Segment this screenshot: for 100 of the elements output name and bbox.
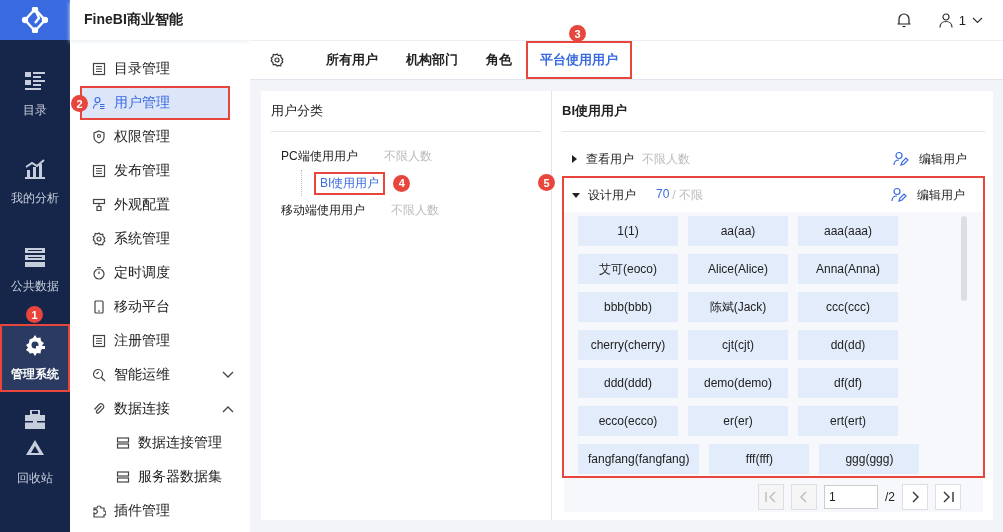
user-tag[interactable]: df(df): [798, 368, 898, 398]
caret-right-icon[interactable]: [570, 155, 578, 163]
list-icon: [24, 69, 46, 92]
menu-item[interactable]: 定时调度: [80, 256, 230, 290]
caret-down-icon[interactable]: [572, 191, 580, 199]
phone-icon: [92, 300, 106, 314]
stack-icon: [24, 245, 46, 268]
menu-item[interactable]: 权限管理: [80, 120, 230, 154]
toolbox-icon[interactable]: [24, 410, 46, 430]
rail-label: 公共数据: [11, 277, 59, 295]
rail-item[interactable]: 回收站: [0, 438, 70, 487]
user-icon: [92, 96, 106, 110]
user-tag[interactable]: demo(demo): [688, 368, 788, 398]
rail-item[interactable]: 我的分析: [0, 148, 70, 216]
tab[interactable]: 机构部门: [392, 41, 472, 79]
limit-note: 不限人数: [642, 150, 690, 168]
user-tag[interactable]: bbb(bbb): [578, 292, 678, 322]
rail-label: 目录: [23, 101, 47, 119]
limit-note: 不限人数: [391, 201, 439, 219]
gear-icon: [24, 333, 46, 356]
page-input[interactable]: 1: [824, 485, 878, 509]
callout-badge: 1: [26, 306, 43, 323]
timer-icon: [92, 266, 106, 280]
panel-title: 用户分类: [271, 102, 323, 120]
last-page-button[interactable]: [935, 484, 961, 510]
user-tag[interactable]: 1(1): [578, 216, 678, 246]
shield-icon: [92, 130, 106, 144]
next-page-button[interactable]: [902, 484, 928, 510]
callout-badge: 4: [393, 174, 411, 192]
page-total: /2: [885, 490, 895, 504]
menu-item[interactable]: 目录管理: [80, 52, 230, 86]
limit-note: / 不限: [672, 186, 704, 204]
user-edit-icon: [891, 187, 907, 203]
user-tag[interactable]: cjt(cjt): [688, 330, 788, 360]
user-tag[interactable]: 陈斌(Jack): [688, 292, 788, 322]
user-tag[interactable]: er(er): [688, 406, 788, 436]
panel-title: BI使用用户: [562, 102, 627, 120]
group-label: 设计用户: [588, 186, 636, 204]
first-page-icon: [764, 490, 778, 504]
limit-note: 不限人数: [383, 147, 432, 165]
menu-item[interactable]: 插件管理: [80, 494, 230, 528]
user-tag[interactable]: 艾可(eoco): [578, 254, 678, 284]
rail-label: 回收站: [17, 470, 53, 487]
menu-item[interactable]: 数据连接管理: [80, 426, 230, 460]
tab[interactable]: 平台使用用户: [526, 41, 632, 79]
user-tag[interactable]: Anna(Anna): [798, 254, 898, 284]
edit-users-link[interactable]: 编辑用户: [891, 186, 965, 204]
user-tag[interactable]: dd(dd): [798, 330, 898, 360]
user-tag[interactable]: aaa(aaa): [798, 216, 898, 246]
rail-item[interactable]: 管理系统: [0, 324, 70, 392]
menu-item[interactable]: 服务器数据集: [80, 460, 230, 494]
rail-item[interactable]: 目录: [0, 60, 70, 128]
menu-item[interactable]: 系统管理: [80, 222, 230, 256]
scrollbar[interactable]: [961, 216, 967, 301]
user-name[interactable]: 1: [958, 12, 966, 28]
rail-label: 管理系统: [11, 365, 59, 383]
user-tag[interactable]: fff(fff): [709, 444, 810, 474]
user-tag[interactable]: ecco(ecco): [578, 406, 678, 436]
user-tag[interactable]: ert(ert): [798, 406, 898, 436]
clip-icon: [92, 402, 106, 416]
user-tag[interactable]: Alice(Alice): [688, 254, 788, 284]
rail-label: 我的分析: [11, 189, 59, 207]
group-label: 查看用户: [586, 150, 634, 168]
list-icon: [92, 334, 106, 348]
tab[interactable]: 角色: [472, 41, 526, 79]
list-icon: [92, 62, 106, 76]
app-title: FineBI商业智能: [84, 11, 183, 29]
bar-chart-icon: [24, 157, 46, 180]
user-edit-icon: [893, 151, 909, 167]
bell-icon[interactable]: [896, 12, 911, 28]
category-item[interactable]: PC端使用用户: [275, 144, 364, 168]
user-icon[interactable]: [938, 12, 953, 28]
last-page-icon: [941, 490, 955, 504]
edit-users-link[interactable]: 编辑用户: [893, 150, 967, 168]
callout-badge: 5: [538, 174, 555, 191]
list-icon: [92, 164, 106, 178]
logo-icon[interactable]: [22, 7, 48, 33]
chevron-up-icon: [222, 405, 234, 413]
tab[interactable]: 所有用户: [312, 41, 392, 79]
menu-item[interactable]: 注册管理: [80, 324, 230, 358]
user-tag[interactable]: fangfang(fangfang): [578, 444, 700, 474]
user-tag[interactable]: ddd(ddd): [578, 368, 678, 398]
user-tag[interactable]: ggg(ggg): [819, 444, 920, 474]
puzzle-icon: [92, 504, 106, 518]
menu-item[interactable]: 智能运维: [80, 358, 230, 392]
category-item[interactable]: 移动端使用用户: [275, 198, 371, 222]
user-count: 70: [656, 186, 670, 203]
user-tag[interactable]: cherry(cherry): [578, 330, 678, 360]
menu-item[interactable]: 发布管理: [80, 154, 230, 188]
user-tag[interactable]: aa(aa): [688, 216, 788, 246]
rail-item[interactable]: 公共数据: [0, 236, 70, 304]
chevron-down-icon[interactable]: [972, 16, 983, 24]
chevron-down-icon: [222, 371, 234, 379]
menu-item[interactable]: 数据连接: [80, 392, 230, 426]
user-tag[interactable]: ccc(ccc): [798, 292, 898, 322]
menu-item[interactable]: 移动平台: [80, 290, 230, 324]
gear-icon: [92, 232, 106, 246]
category-item[interactable]: BI使用用户: [314, 171, 386, 195]
menu-item[interactable]: 外观配置: [80, 188, 230, 222]
callout-badge: 2: [71, 95, 88, 112]
